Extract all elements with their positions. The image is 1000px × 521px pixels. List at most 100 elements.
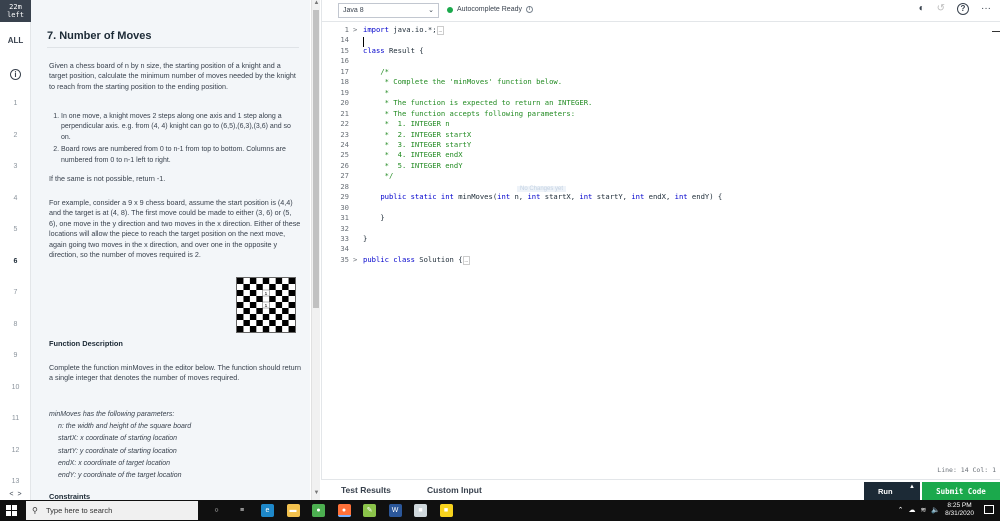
line-content: * 4. INTEGER endX <box>363 150 463 160</box>
rail-pager: < > <box>0 491 31 498</box>
question-number-4[interactable]: 4 <box>0 195 31 202</box>
line-content: class Result { <box>363 45 424 55</box>
cloud-icon[interactable]: ☁ <box>908 506 915 514</box>
line-content: public static int minMoves(int n, int st… <box>380 192 723 202</box>
line-number: 35 <box>340 254 349 264</box>
timer-minutes: 22m <box>9 3 22 11</box>
clock[interactable]: 8:25 PM 8/31/2020 <box>945 502 974 518</box>
code-editor: Java 8 ⌄ Autocomplete Ready i ◐ ↺ ? ··· … <box>321 0 1000 479</box>
notepad-plus-icon[interactable]: ✎ <box>363 504 376 517</box>
question-number-8[interactable]: 8 <box>0 321 31 328</box>
problem-scrollbar[interactable]: ▲ ▼ <box>311 0 320 500</box>
theme-toggle-icon[interactable]: ◐ <box>919 3 925 15</box>
line-number: 28 <box>340 181 349 191</box>
autocomplete-label: Autocomplete Ready <box>457 6 522 13</box>
scroll-down-icon[interactable]: ▼ <box>312 490 321 496</box>
time-remaining: 22m left <box>0 0 31 22</box>
sticky-notes-icon[interactable]: ■ <box>439 504 453 517</box>
run-options-icon[interactable]: ▲ <box>909 484 915 490</box>
wifi-icon[interactable]: ≋ <box>920 506 926 514</box>
problem-title: 7. Number of Moves <box>47 30 152 42</box>
parameters: minMoves has the following parameters: n… <box>49 409 301 482</box>
line-content: public class Solution {… <box>363 254 471 265</box>
cortana-icon[interactable]: ○ <box>210 504 223 517</box>
line-content: /* <box>380 66 389 76</box>
firefox-icon[interactable]: ● <box>337 504 351 517</box>
line-number: 15 <box>340 45 349 55</box>
chrome-icon[interactable]: ● <box>312 504 325 517</box>
chevron-up-icon[interactable]: ⌃ <box>898 506 904 514</box>
line-number: 19 <box>340 87 349 97</box>
volume-icon[interactable]: 🔈 <box>931 506 940 514</box>
scroll-thumb[interactable] <box>313 10 319 308</box>
tab-custom-input[interactable]: Custom Input <box>427 485 482 495</box>
submit-button[interactable]: Submit Code <box>922 482 1000 500</box>
parameters-heading: minMoves has the following parameters: <box>49 411 175 418</box>
line-number: 32 <box>340 223 349 233</box>
board-mark: 1 <box>265 303 268 309</box>
edge-icon[interactable]: e <box>261 504 274 517</box>
list-item: Board rows are numbered from 0 to n-1 fr… <box>61 145 301 166</box>
question-number-3[interactable]: 3 <box>0 163 31 170</box>
reset-icon[interactable]: ↺ <box>937 3 945 15</box>
line-number: 29 <box>340 192 349 202</box>
language-value: Java 8 <box>343 7 364 14</box>
fold-toggle-icon[interactable]: > <box>353 255 357 266</box>
info-icon[interactable]: i <box>10 69 21 80</box>
question-number-5[interactable]: 5 <box>0 226 31 233</box>
line-content: * <box>363 87 389 97</box>
clock-date: 8/31/2020 <box>945 510 974 517</box>
line-number: 20 <box>340 98 349 108</box>
question-number-1[interactable]: 1 <box>0 100 31 107</box>
taskbar-search-input[interactable]: ⚲ Type here to search <box>26 501 198 520</box>
list-item: n: the width and height of the square bo… <box>58 423 192 431</box>
language-select[interactable]: Java 8 ⌄ <box>338 3 439 18</box>
changes-hint: No Changes yet <box>517 186 567 192</box>
line-number: 30 <box>340 202 349 212</box>
problem-intro: Given a chess board of n by n size, the … <box>49 61 296 91</box>
question-number-12[interactable]: 12 <box>0 447 31 454</box>
tab-test-results[interactable]: Test Results <box>341 485 391 495</box>
question-number-9[interactable]: 9 <box>0 352 31 359</box>
line-number: 31 <box>340 213 349 223</box>
question-navigator: 22m left ALL i 1 2 3 4 5 6 7 8 9 10 11 12 13 < > <box>0 0 31 500</box>
question-number-10[interactable]: 10 <box>0 384 31 391</box>
timer-label: left <box>7 11 24 19</box>
editor-edge <box>992 31 1000 32</box>
help-icon[interactable]: ? <box>957 3 969 15</box>
line-content: * 2. INTEGER startX <box>363 129 472 139</box>
all-questions-link[interactable]: ALL <box>0 36 31 45</box>
info-icon[interactable]: i <box>525 6 533 13</box>
more-icon[interactable]: ··· <box>981 3 991 15</box>
task-view-icon[interactable]: ≡ <box>236 504 249 517</box>
windows-taskbar: ⚲ Type here to search ○ ≡ e ▬ ● ● ✎ W ■ ■ ⌃ ☁ ≋ 🔈… <box>0 500 1000 521</box>
code-area[interactable]: 1 > import java.io.*;… 14 15 class Result {16… <box>322 24 1000 464</box>
fold-toggle-icon[interactable]: > <box>353 25 357 36</box>
prev-arrow-icon[interactable]: < <box>9 491 13 498</box>
status-dot-icon <box>447 6 453 13</box>
line-content: * The function accepts following paramet… <box>363 108 576 118</box>
list-item: endX: x coordinate of target location <box>58 459 171 467</box>
line-number: 21 <box>340 108 349 118</box>
line-number: 34 <box>340 244 349 254</box>
line-number: 26 <box>340 160 349 170</box>
list-item: startX: x coordinate of starting locatio… <box>58 435 178 443</box>
windows-start-icon[interactable] <box>6 505 17 516</box>
editor-toolbar: Java 8 ⌄ Autocomplete Ready i ◐ ↺ ? ··· <box>322 0 1000 22</box>
question-number-7[interactable]: 7 <box>0 289 31 296</box>
question-number-11[interactable]: 11 <box>0 415 31 422</box>
file-icon[interactable]: ■ <box>414 504 427 517</box>
list-item: startY: y coordinate of starting locatio… <box>58 447 177 455</box>
divider <box>47 47 299 48</box>
notifications-icon[interactable] <box>984 505 994 514</box>
next-arrow-icon[interactable]: > <box>18 491 22 498</box>
question-number-6[interactable]: 6 <box>0 258 31 265</box>
search-icon: ⚲ <box>32 506 38 515</box>
scroll-up-icon[interactable]: ▲ <box>312 0 321 6</box>
word-icon[interactable]: W <box>388 504 402 517</box>
text-cursor <box>363 37 364 47</box>
line-content: * 1. INTEGER n <box>363 119 450 129</box>
question-number-2[interactable]: 2 <box>0 132 31 139</box>
file-explorer-icon[interactable]: ▬ <box>286 504 300 517</box>
question-number-13[interactable]: 13 <box>0 478 31 485</box>
